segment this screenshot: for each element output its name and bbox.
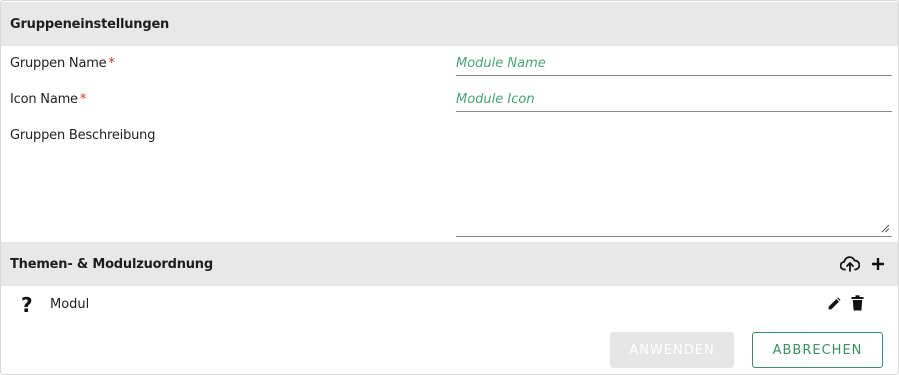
cancel-button[interactable]: ABBRECHEN <box>752 332 883 368</box>
module-label: Modul <box>50 297 90 312</box>
delete-icon[interactable] <box>851 295 864 315</box>
required-marker: * <box>79 92 87 107</box>
required-marker: * <box>108 56 115 71</box>
question-mark-icon: ? <box>21 293 33 317</box>
module-list-item[interactable]: ? Modul <box>1 289 898 321</box>
group-description-label: Gruppen Beschreibung <box>10 128 156 143</box>
edit-icon[interactable] <box>827 296 841 315</box>
upload-cloud-icon[interactable] <box>840 254 860 274</box>
group-name-label-text: Gruppen Name <box>10 56 107 71</box>
add-icon[interactable] <box>868 254 888 274</box>
group-description-field[interactable] <box>456 130 892 237</box>
group-settings-header: Gruppeneinstellungen <box>1 2 898 46</box>
assignment-title: Themen- & Modulzuordnung <box>10 256 213 272</box>
group-settings-panel: Gruppeneinstellungen Gruppen Name* Icon … <box>0 0 899 375</box>
resize-grip-icon[interactable] <box>881 224 890 233</box>
group-name-label: Gruppen Name * <box>10 56 115 71</box>
icon-name-input[interactable] <box>456 88 892 112</box>
icon-name-label: Icon Name * <box>10 92 86 107</box>
group-name-input[interactable] <box>456 52 892 76</box>
group-description-textarea[interactable] <box>456 130 892 236</box>
module-actions <box>827 295 864 315</box>
group-settings-title: Gruppeneinstellungen <box>10 16 170 32</box>
apply-button[interactable]: ANWENDEN <box>610 332 734 368</box>
assignment-header: Themen- & Modulzuordnung <box>1 242 898 286</box>
assignment-header-actions <box>840 242 888 286</box>
icon-name-label-text: Icon Name <box>10 92 78 107</box>
